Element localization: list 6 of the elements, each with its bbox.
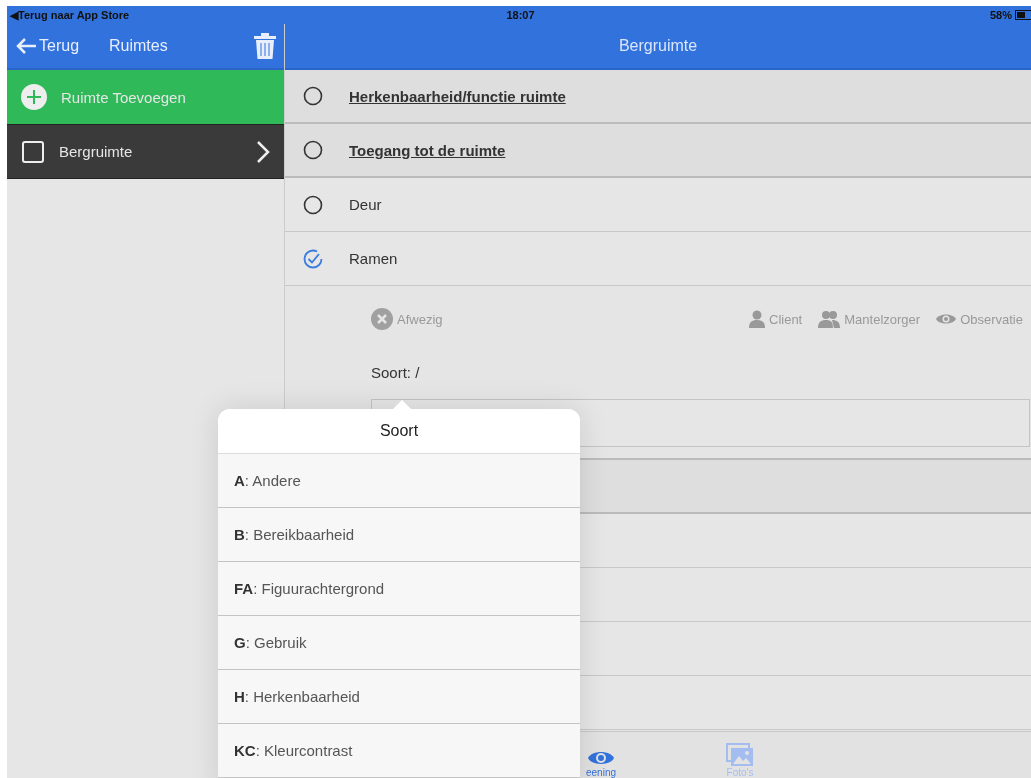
battery-percentage: 58% <box>989 9 1012 21</box>
page-title: Bergruimte <box>618 37 698 55</box>
status-time: 18:07 <box>506 9 535 21</box>
type-label: Soort: / <box>371 363 420 381</box>
popover-title: Soort <box>379 422 419 440</box>
sidebar-title: Ruimtes <box>109 37 168 55</box>
